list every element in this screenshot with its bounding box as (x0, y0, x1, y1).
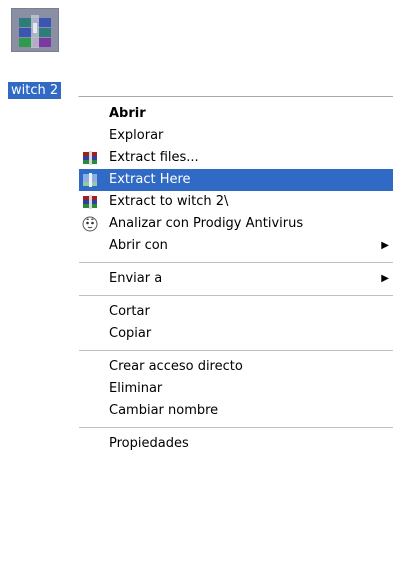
menu-item-open-with[interactable]: Abrir con ▶ (79, 235, 393, 257)
menu-item-properties[interactable]: Propiedades (79, 433, 393, 455)
menu-item-open-with-label: Abrir con (109, 238, 168, 253)
menu-item-send-to[interactable]: Enviar a ▶ (79, 268, 393, 290)
menu-separator (79, 295, 393, 296)
menu-item-extract-files-label: Extract files... (109, 150, 199, 165)
menu-item-explore-label: Explorar (109, 128, 164, 143)
winrar-archive-icon (11, 8, 59, 52)
menu-item-open[interactable]: Abrir (79, 103, 393, 125)
menu-item-cut[interactable]: Cortar (79, 301, 393, 323)
menu-item-extract-here-label: Extract Here (109, 172, 191, 187)
menu-item-cut-label: Cortar (109, 304, 150, 319)
menu-item-scan-antivirus[interactable]: Analizar con Prodigy Antivirus (79, 213, 393, 235)
menu-item-extract-here[interactable]: Extract Here (79, 169, 393, 191)
menu-separator (79, 262, 393, 263)
menu-separator (79, 350, 393, 351)
menu-item-rename[interactable]: Cambiar nombre (79, 400, 393, 422)
winrar-icon (82, 172, 98, 188)
menu-item-extract-to-label: Extract to witch 2\ (109, 194, 229, 209)
menu-item-extract-files[interactable]: Extract files... (79, 147, 393, 169)
menu-item-explore[interactable]: Explorar (79, 125, 393, 147)
winrar-icon (82, 194, 98, 210)
desktop-icon-witch2[interactable] (8, 8, 80, 52)
submenu-arrow-icon: ▶ (381, 240, 389, 251)
context-menu: Abrir Explorar Extract files... Extract … (78, 96, 393, 455)
submenu-arrow-icon: ▶ (381, 273, 389, 284)
menu-item-delete-label: Eliminar (109, 381, 163, 396)
menu-item-rename-label: Cambiar nombre (109, 403, 219, 418)
menu-item-send-to-label: Enviar a (109, 271, 163, 286)
desktop-icon-label[interactable]: witch 2 (8, 82, 62, 99)
menu-item-copy[interactable]: Copiar (79, 323, 393, 345)
menu-separator (79, 427, 393, 428)
menu-item-delete[interactable]: Eliminar (79, 378, 393, 400)
menu-item-create-shortcut-label: Crear acceso directo (109, 359, 243, 374)
menu-item-copy-label: Copiar (109, 326, 152, 341)
winrar-icon (82, 150, 98, 166)
menu-item-create-shortcut[interactable]: Crear acceso directo (79, 356, 393, 378)
menu-item-properties-label: Propiedades (109, 436, 189, 451)
menu-item-scan-antivirus-label: Analizar con Prodigy Antivirus (109, 216, 304, 231)
menu-item-extract-to[interactable]: Extract to witch 2\ (79, 191, 393, 213)
antivirus-icon (82, 216, 98, 232)
menu-item-open-label: Abrir (109, 106, 146, 121)
